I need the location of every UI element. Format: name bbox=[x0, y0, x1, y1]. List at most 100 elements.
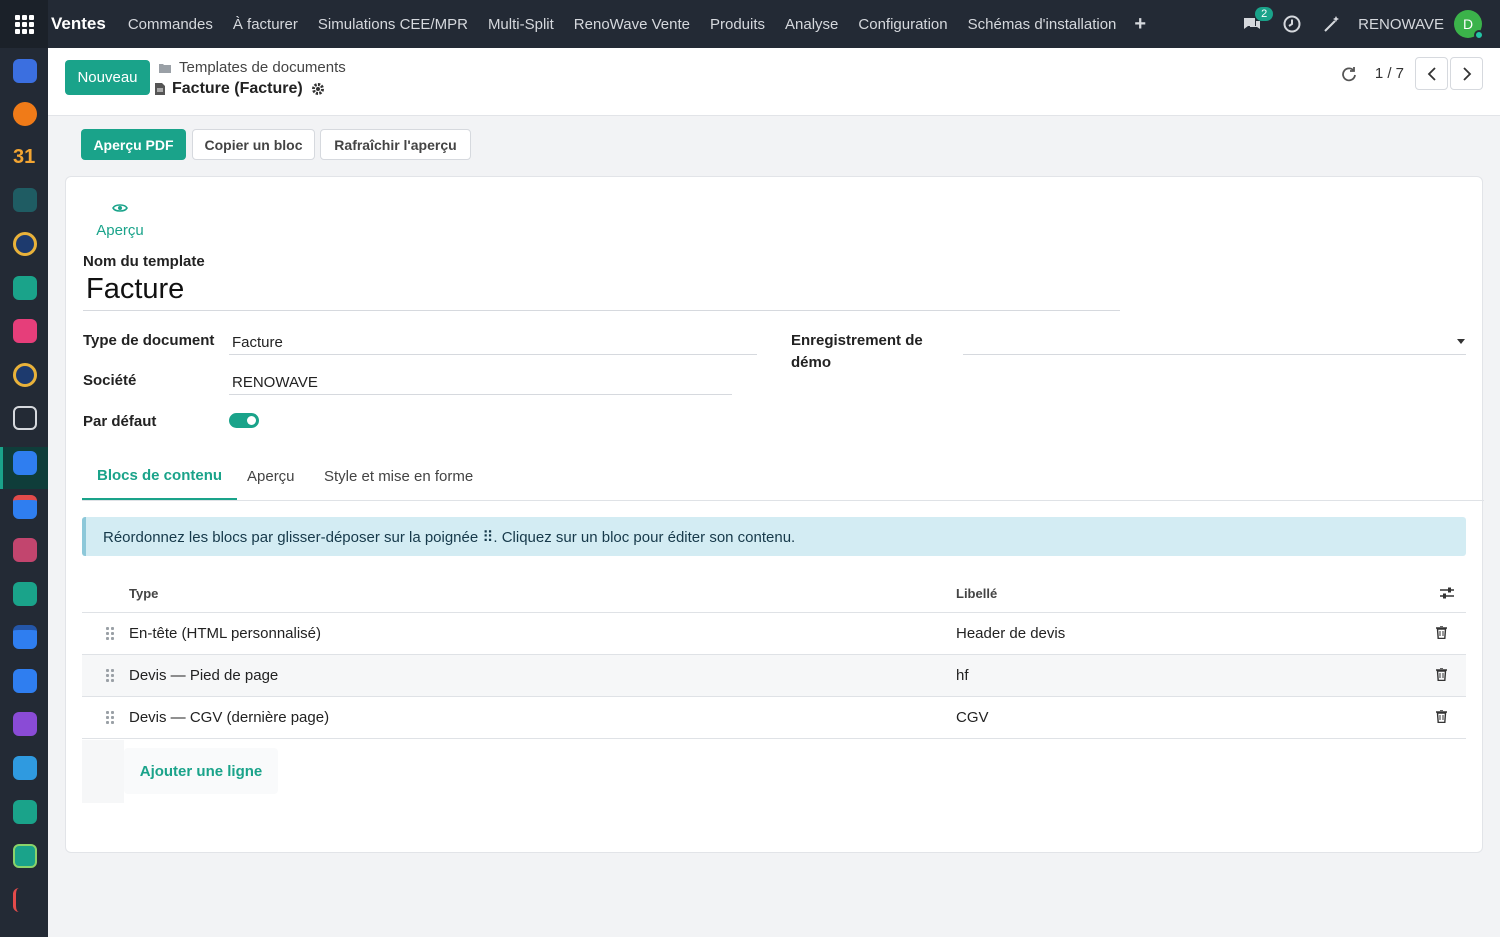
tab-style[interactable]: Style et mise en forme bbox=[309, 453, 488, 500]
new-button[interactable]: Nouveau bbox=[65, 60, 150, 95]
template-name-underline bbox=[83, 310, 1120, 311]
column-header-type[interactable]: Type bbox=[129, 586, 158, 601]
doc-type-label: Type de document bbox=[83, 332, 215, 349]
breadcrumb-current: Facture (Facture) bbox=[155, 80, 325, 98]
app-brand[interactable]: Ventes bbox=[51, 14, 106, 34]
preview-smart-button[interactable]: Aperçu bbox=[84, 202, 156, 239]
payment-app-icon[interactable] bbox=[13, 756, 37, 780]
systray: 2 RENOWAVE D bbox=[1232, 0, 1500, 48]
drag-handle-icon[interactable] bbox=[106, 711, 114, 724]
drag-handle-icon[interactable] bbox=[106, 627, 114, 640]
apps-sidebar: 31 bbox=[0, 48, 48, 937]
chat-app-icon[interactable] bbox=[13, 102, 37, 126]
row-label-cell: hf bbox=[956, 667, 969, 684]
activity-button[interactable] bbox=[1281, 13, 1303, 35]
app-menu-button[interactable] bbox=[0, 0, 48, 48]
project-app-icon[interactable] bbox=[13, 669, 37, 693]
trash-icon[interactable] bbox=[1436, 710, 1447, 723]
template-name-label: Nom du template bbox=[83, 253, 205, 270]
events-app-icon[interactable] bbox=[13, 625, 37, 649]
refresh-icon[interactable] bbox=[1341, 66, 1357, 82]
optional-columns-icon[interactable] bbox=[1439, 586, 1455, 600]
demo-record-label-line1: Enregistrement de bbox=[791, 332, 923, 349]
template-name-input[interactable]: Facture bbox=[86, 273, 184, 306]
contacts-app-icon[interactable] bbox=[13, 276, 37, 300]
company-label: Société bbox=[83, 372, 137, 389]
breadcrumb-parent-link[interactable]: Templates de documents bbox=[179, 59, 346, 76]
marketing-app-icon[interactable] bbox=[13, 319, 37, 343]
table-row[interactable]: En-tête (HTML personnalisé) Header de de… bbox=[82, 613, 1466, 655]
menu-simulations[interactable]: Simulations CEE/MPR bbox=[318, 16, 468, 33]
add-line-button[interactable]: Ajouter une ligne bbox=[124, 748, 278, 794]
drag-handle-icon[interactable] bbox=[106, 669, 114, 682]
discuss-app-icon[interactable] bbox=[13, 59, 37, 83]
breadcrumb: Templates de documents bbox=[159, 59, 346, 76]
clock-icon bbox=[1283, 15, 1301, 33]
trash-icon[interactable] bbox=[1436, 668, 1447, 681]
trash-icon[interactable] bbox=[1436, 626, 1447, 639]
dashboard-app-icon[interactable] bbox=[13, 538, 37, 562]
form-statusbar: Aperçu PDF Copier un bloc Rafraîchir l'a… bbox=[65, 116, 1483, 174]
column-header-label[interactable]: Libellé bbox=[956, 586, 997, 601]
calendar-app-icon[interactable]: 31 bbox=[13, 145, 37, 169]
default-toggle[interactable] bbox=[229, 413, 259, 428]
record-title: Facture (Facture) bbox=[172, 80, 303, 97]
menu-a-facturer[interactable]: À facturer bbox=[233, 16, 298, 33]
messaging-button[interactable]: 2 bbox=[1241, 7, 1274, 35]
control-panel: Nouveau Templates de documents Facture (… bbox=[48, 48, 1500, 116]
plus-icon[interactable]: + bbox=[1134, 13, 1146, 36]
messages-count-badge: 2 bbox=[1255, 7, 1274, 21]
debug-button[interactable] bbox=[1321, 13, 1343, 35]
table-row[interactable]: Devis — CGV (dernière page) CGV bbox=[82, 697, 1466, 739]
timer-app-icon[interactable] bbox=[13, 232, 37, 256]
documents-app-icon[interactable] bbox=[13, 451, 37, 475]
user-avatar[interactable]: D bbox=[1454, 10, 1484, 40]
menu-configuration[interactable]: Configuration bbox=[858, 16, 947, 33]
company-switcher[interactable]: RENOWAVE bbox=[1358, 16, 1444, 33]
doc-type-field[interactable]: Facture bbox=[232, 334, 283, 351]
eye-icon bbox=[112, 204, 128, 212]
pager-value[interactable]: 1 / 7 bbox=[1375, 65, 1404, 82]
pdf-preview-button[interactable]: Aperçu PDF bbox=[81, 129, 186, 160]
crm-app-icon[interactable] bbox=[13, 363, 37, 387]
document-icon bbox=[155, 83, 165, 95]
refresh-preview-button[interactable]: Rafraîchir l'aperçu bbox=[320, 129, 471, 160]
pager-next-button[interactable] bbox=[1450, 57, 1483, 90]
edit-app-icon[interactable] bbox=[13, 888, 37, 912]
sign-app-icon[interactable] bbox=[13, 188, 37, 212]
notebook-tabs: Blocs de contenu Aperçu Style et mise en… bbox=[82, 453, 1484, 501]
menu-multi-split[interactable]: Multi-Split bbox=[488, 16, 554, 33]
preview-smart-button-label: Aperçu bbox=[96, 222, 144, 239]
menu-produits[interactable]: Produits bbox=[710, 16, 765, 33]
copy-block-button[interactable]: Copier un bloc bbox=[192, 129, 315, 160]
company-field[interactable]: RENOWAVE bbox=[232, 374, 318, 391]
planning-app-icon[interactable] bbox=[13, 495, 37, 519]
info-alert: Réordonnez les blocs par glisser-déposer… bbox=[82, 517, 1466, 556]
menu-renowave-vente[interactable]: RenoWave Vente bbox=[574, 16, 690, 33]
row-type-cell: Devis — CGV (dernière page) bbox=[129, 709, 330, 726]
add-line-row: Ajouter une ligne bbox=[82, 740, 278, 803]
magic-wand-icon bbox=[1324, 16, 1340, 32]
knowledge-app-icon[interactable] bbox=[13, 712, 37, 736]
menu-analyse[interactable]: Analyse bbox=[785, 16, 838, 33]
row-type-cell: Devis — Pied de page bbox=[129, 667, 279, 684]
employees-app-icon[interactable] bbox=[13, 800, 37, 824]
row-type-cell: En-tête (HTML personnalisé) bbox=[129, 625, 322, 642]
pager-previous-button[interactable] bbox=[1415, 57, 1448, 90]
row-label-cell: Header de devis bbox=[956, 625, 1066, 642]
menu-commandes[interactable]: Commandes bbox=[128, 16, 213, 33]
table-row[interactable]: Devis — Pied de page hf bbox=[82, 655, 1466, 697]
chevron-right-icon bbox=[1462, 66, 1471, 81]
bank-app-icon[interactable] bbox=[13, 406, 37, 430]
inventory-app-icon[interactable] bbox=[13, 582, 37, 606]
spreadsheet-app-icon[interactable] bbox=[13, 844, 37, 868]
add-line-handle-strip bbox=[82, 740, 124, 803]
caret-down-icon[interactable] bbox=[1457, 339, 1465, 344]
tab-preview[interactable]: Aperçu bbox=[232, 453, 310, 500]
grid-icon bbox=[14, 14, 34, 34]
menu-schemas[interactable]: Schémas d'installation bbox=[968, 16, 1117, 33]
gear-icon[interactable] bbox=[311, 82, 325, 96]
doc-type-underline bbox=[229, 354, 757, 355]
tab-content-blocks[interactable]: Blocs de contenu bbox=[82, 453, 238, 500]
pager: 1 / 7 bbox=[1341, 57, 1483, 90]
